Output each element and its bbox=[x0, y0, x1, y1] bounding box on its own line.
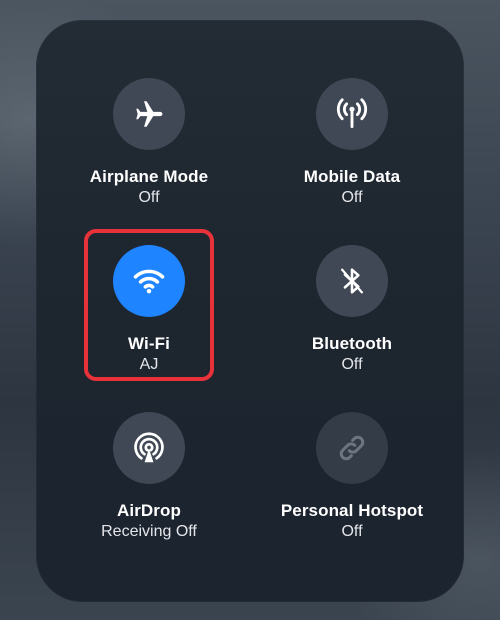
airdrop-toggle[interactable]: AirDrop Receiving Off bbox=[49, 412, 249, 542]
bluetooth-icon bbox=[340, 268, 364, 294]
airplane-mode-toggle[interactable]: Airplane Mode Off bbox=[49, 78, 249, 208]
mobile-data-button[interactable] bbox=[316, 78, 388, 150]
antenna-icon bbox=[336, 98, 368, 129]
personal-hotspot-status: Off bbox=[341, 523, 363, 540]
mobile-data-label: Mobile Data bbox=[303, 167, 401, 186]
personal-hotspot-label: Personal Hotspot bbox=[280, 501, 424, 520]
link-icon bbox=[339, 435, 365, 461]
airdrop-status: Receiving Off bbox=[101, 523, 197, 540]
mobile-data-toggle[interactable]: Mobile Data Off bbox=[252, 78, 452, 208]
airplane-mode-label: Airplane Mode bbox=[89, 167, 209, 186]
personal-hotspot-toggle[interactable]: Personal Hotspot Off bbox=[252, 412, 452, 542]
wifi-label: Wi-Fi bbox=[128, 334, 170, 353]
airplane-mode-status: Off bbox=[138, 189, 160, 206]
mobile-data-status: Off bbox=[341, 189, 363, 206]
wifi-icon bbox=[133, 269, 165, 294]
wifi-network-name: AJ bbox=[139, 356, 159, 373]
personal-hotspot-button[interactable] bbox=[316, 412, 388, 484]
bluetooth-status: Off bbox=[341, 356, 363, 373]
airdrop-icon bbox=[134, 432, 164, 463]
wifi-button[interactable] bbox=[113, 245, 185, 317]
airdrop-label: AirDrop bbox=[117, 501, 181, 520]
connectivity-panel: Airplane Mode Off Mobile Data Off Wi-Fi … bbox=[36, 20, 464, 602]
airplane-mode-button[interactable] bbox=[113, 78, 185, 150]
bluetooth-label: Bluetooth bbox=[311, 334, 393, 353]
airplane-icon bbox=[136, 101, 163, 127]
bluetooth-toggle[interactable]: Bluetooth Off bbox=[252, 245, 452, 375]
bluetooth-button[interactable] bbox=[316, 245, 388, 317]
airdrop-button[interactable] bbox=[113, 412, 185, 484]
wifi-toggle[interactable]: Wi-Fi AJ bbox=[49, 245, 249, 375]
